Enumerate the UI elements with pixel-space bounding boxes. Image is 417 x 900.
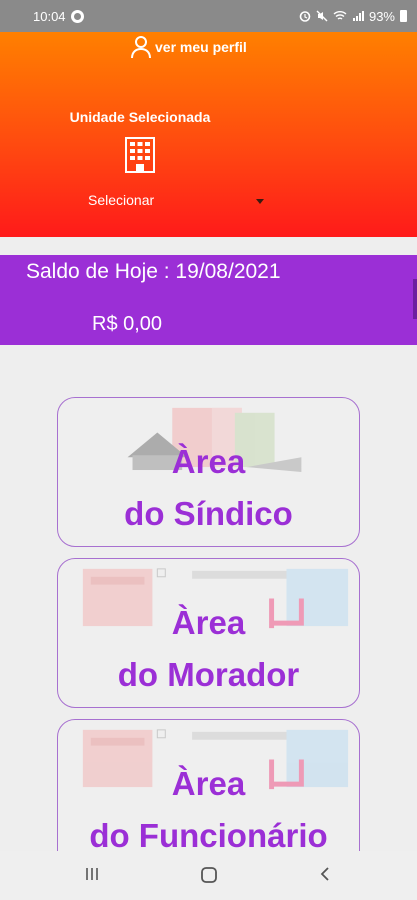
status-time: 10:04 (33, 8, 66, 24)
dropdown-caret-icon (256, 199, 264, 204)
header: ver meu perfil Unidade Selecionada Selec… (0, 32, 417, 237)
area-sindico-button[interactable]: Àrea do Síndico (57, 397, 360, 547)
balance-amount: R$ 0,00 (92, 313, 163, 335)
area-funcionario-button[interactable]: Àrea do Funcionário (57, 719, 360, 869)
mute-icon (316, 10, 328, 22)
balance-banner: Saldo de Hoje : 19/08/2021 R$ 0,00 (0, 255, 417, 345)
notification-icon (70, 9, 84, 23)
area-sindico-line1: Àrea (171, 443, 246, 480)
unit-title: Unidade Selecionada (69, 109, 211, 125)
area-morador-button[interactable]: Àrea do Morador (57, 558, 360, 708)
profile-link[interactable]: ver meu perfil (130, 35, 247, 59)
area-funcionario-line1: Àrea (171, 765, 246, 802)
status-right-group: 93% (299, 9, 407, 24)
home-icon[interactable] (200, 866, 218, 884)
building-icon (125, 137, 155, 178)
area-sindico-line2: do Síndico (124, 495, 293, 532)
wifi-icon (333, 11, 347, 20)
user-icon (131, 36, 151, 59)
scroll-edge (413, 279, 417, 319)
area-morador-line1: Àrea (171, 604, 246, 641)
balance-date: Saldo de Hoje : 19/08/2021 (26, 260, 281, 283)
battery-icon (400, 10, 407, 22)
alarm-icon (299, 11, 311, 22)
battery-percent: 93% (368, 8, 395, 24)
unit-select-value: Selecionar (88, 192, 155, 208)
status-time-group: 10:04 (33, 9, 84, 24)
signal-icon (352, 11, 364, 21)
profile-link-label: ver meu perfil (155, 39, 247, 55)
recents-icon[interactable] (84, 866, 100, 882)
system-nav-bar (0, 851, 417, 900)
area-morador-line2: do Morador (117, 656, 300, 693)
unit-select[interactable]: Selecionar (88, 192, 268, 212)
back-icon[interactable] (318, 866, 332, 882)
status-bar: 10:04 93% (0, 0, 417, 32)
